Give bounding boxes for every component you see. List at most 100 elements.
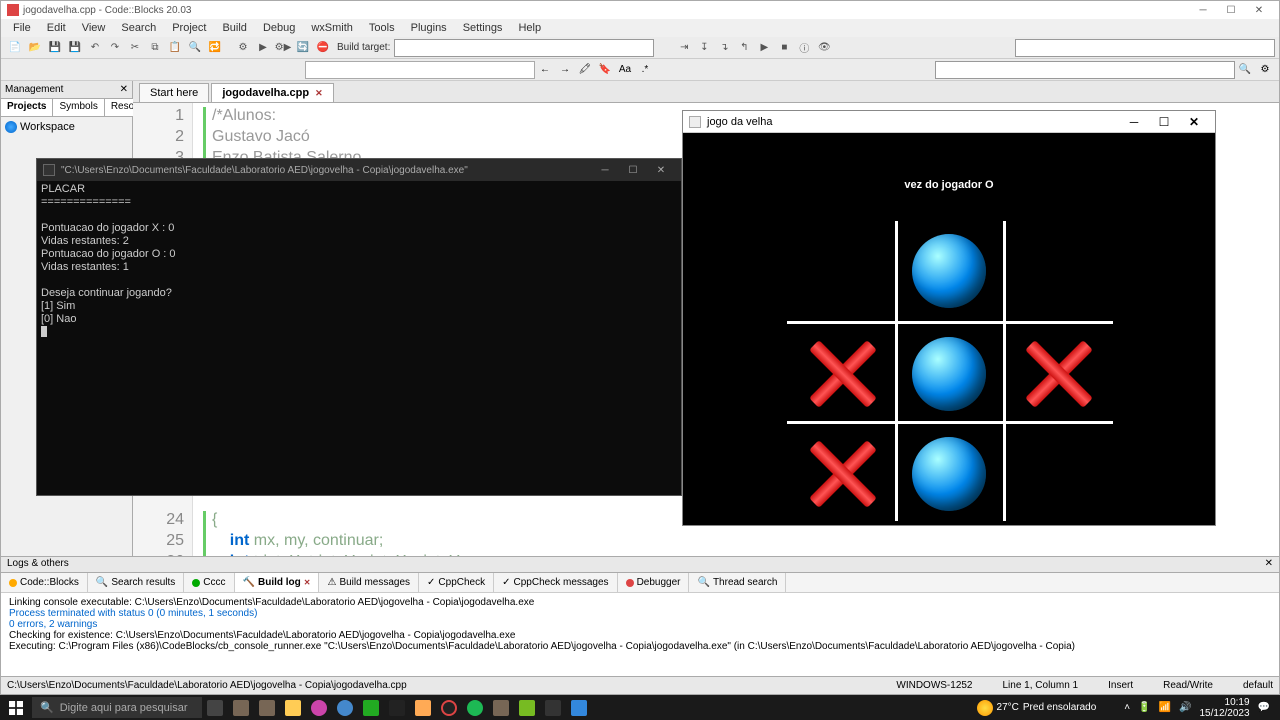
build-log-output[interactable]: Linking console executable: C:\Users\Enz… — [1, 593, 1279, 676]
open-icon[interactable]: 📂 — [26, 39, 44, 57]
tab-close-icon[interactable]: ✕ — [315, 88, 323, 98]
paste-icon[interactable]: 📋 — [166, 39, 184, 57]
build-icon[interactable]: ⚙ — [234, 39, 252, 57]
game-maximize[interactable]: ☐ — [1149, 115, 1179, 129]
console-output[interactable]: PLACAR ============== Pontuacao do jogad… — [37, 181, 681, 343]
cell-2-2[interactable] — [1007, 424, 1107, 524]
copy-icon[interactable]: ⧉ — [146, 39, 164, 57]
menu-debug[interactable]: Debug — [255, 22, 303, 34]
cell-2-1[interactable] — [899, 424, 999, 524]
taskbar-codeblocks[interactable] — [410, 695, 436, 720]
taskbar-xbox[interactable] — [358, 695, 384, 720]
taskbar-search[interactable]: 🔍 Digite aqui para pesquisar — [32, 697, 202, 718]
tray-notifications-icon[interactable]: 💬 — [1258, 702, 1270, 713]
log-tab-cppcheck[interactable]: ✓CppCheck — [419, 573, 494, 592]
tab-start-here[interactable]: Start here — [139, 83, 209, 102]
mgmt-tab-symbols[interactable]: Symbols — [53, 99, 104, 116]
new-file-icon[interactable]: 📄 — [6, 39, 24, 57]
save-all-icon[interactable]: 💾 — [66, 39, 84, 57]
start-button[interactable] — [0, 695, 32, 720]
task-view-icon[interactable] — [202, 695, 228, 720]
taskbar-app-3[interactable] — [306, 695, 332, 720]
search-back-icon[interactable]: ← — [536, 61, 554, 79]
menu-help[interactable]: Help — [510, 22, 549, 34]
symbols-combo[interactable] — [935, 61, 1235, 79]
cell-0-1[interactable] — [899, 221, 999, 321]
workspace-node[interactable]: Workspace — [5, 121, 128, 133]
case-icon[interactable]: Aa — [616, 61, 634, 79]
taskbar-edge[interactable] — [332, 695, 358, 720]
logs-close-icon[interactable]: ✕ — [1265, 558, 1273, 571]
cell-1-1[interactable] — [899, 324, 999, 424]
debug-stop-icon[interactable]: ■ — [775, 39, 793, 57]
minimize-button[interactable]: ─ — [1189, 3, 1217, 17]
console-minimize[interactable]: ─ — [591, 165, 619, 176]
find-icon[interactable]: 🔍 — [186, 39, 204, 57]
tray-chevron-icon[interactable]: ˄ — [1124, 702, 1130, 713]
mgmt-tab-projects[interactable]: Projects — [1, 99, 53, 116]
log-tab-cccc[interactable]: Cccc — [184, 573, 234, 592]
menu-view[interactable]: View — [74, 22, 114, 34]
undo-icon[interactable]: ↶ — [86, 39, 104, 57]
taskbar-app-4[interactable] — [488, 695, 514, 720]
cell-1-0[interactable] — [791, 324, 891, 424]
console-close[interactable]: ✕ — [647, 165, 675, 176]
debug-info-icon[interactable]: ⓘ — [795, 39, 813, 57]
tray-volume-icon[interactable]: 🔊 — [1179, 702, 1191, 713]
tray-wifi-icon[interactable]: 📶 — [1159, 702, 1171, 713]
console-titlebar[interactable]: "C:\Users\Enzo\Documents\Faculdade\Labor… — [37, 159, 681, 181]
toolbar-combo-right[interactable] — [1015, 39, 1275, 57]
menu-project[interactable]: Project — [164, 22, 214, 34]
taskbar-app-5[interactable] — [514, 695, 540, 720]
game-close[interactable]: ✕ — [1179, 115, 1209, 129]
debug-next-icon[interactable]: ↧ — [695, 39, 713, 57]
close-button[interactable]: ✕ — [1245, 3, 1273, 17]
log-tab-buildlog[interactable]: 🔨Build log✕ — [235, 573, 320, 592]
search-fwd-icon[interactable]: → — [556, 61, 574, 79]
weather-widget[interactable]: 27°C Pred ensolarado — [977, 700, 1097, 716]
menu-plugins[interactable]: Plugins — [403, 22, 455, 34]
cut-icon[interactable]: ✂ — [126, 39, 144, 57]
rebuild-icon[interactable]: 🔄 — [294, 39, 312, 57]
regex-icon[interactable]: .* — [636, 61, 654, 79]
debug-out-icon[interactable]: ↰ — [735, 39, 753, 57]
log-tab-codeblocks[interactable]: Code::Blocks — [1, 573, 88, 592]
taskbar-app-1[interactable] — [228, 695, 254, 720]
maximize-button[interactable]: ☐ — [1217, 3, 1245, 17]
save-icon[interactable]: 💾 — [46, 39, 64, 57]
log-tab-search[interactable]: 🔍Search results — [88, 573, 184, 592]
build-run-icon[interactable]: ⚙▶ — [274, 39, 292, 57]
debug-watch-icon[interactable]: 👁 — [815, 39, 833, 57]
cell-2-0[interactable] — [791, 424, 891, 524]
menu-build[interactable]: Build — [214, 22, 254, 34]
tray-clock[interactable]: 10:19 15/12/2023 — [1199, 697, 1249, 719]
game-minimize[interactable]: ─ — [1119, 115, 1149, 129]
cell-0-0[interactable] — [791, 221, 891, 321]
taskbar-app-7[interactable] — [566, 695, 592, 720]
redo-icon[interactable]: ↷ — [106, 39, 124, 57]
toolbar-search-input[interactable] — [305, 61, 535, 79]
taskbar-app-2[interactable] — [254, 695, 280, 720]
console-maximize[interactable]: ☐ — [619, 165, 647, 176]
log-tab-cppcheckmsg[interactable]: ✓CppCheck messages — [494, 573, 617, 592]
log-tab-debugger[interactable]: Debugger — [618, 573, 690, 592]
debug-step-icon[interactable]: ⇥ — [675, 39, 693, 57]
bookmark-icon[interactable]: 🔖 — [596, 61, 614, 79]
highlight-icon[interactable]: 🖍 — [576, 61, 594, 79]
options-icon[interactable]: ⚙ — [1256, 61, 1274, 79]
menu-file[interactable]: File — [5, 22, 39, 34]
taskbar-app-6[interactable] — [540, 695, 566, 720]
log-tab-threadsearch[interactable]: 🔍Thread search — [689, 573, 786, 592]
replace-icon[interactable]: 🔁 — [206, 39, 224, 57]
taskbar-record[interactable] — [436, 695, 462, 720]
menu-tools[interactable]: Tools — [361, 22, 403, 34]
taskbar-explorer[interactable] — [280, 695, 306, 720]
cell-0-2[interactable] — [1007, 221, 1107, 321]
build-target-combo[interactable] — [394, 39, 654, 57]
taskbar-spotify[interactable] — [462, 695, 488, 720]
tab-jogodavelha[interactable]: jogodavelha.cpp✕ — [211, 83, 333, 102]
game-titlebar[interactable]: jogo da velha ─ ☐ ✕ — [683, 111, 1215, 133]
menu-wxsmith[interactable]: wxSmith — [303, 22, 361, 34]
taskbar-terminal[interactable] — [384, 695, 410, 720]
run-icon[interactable]: ▶ — [254, 39, 272, 57]
